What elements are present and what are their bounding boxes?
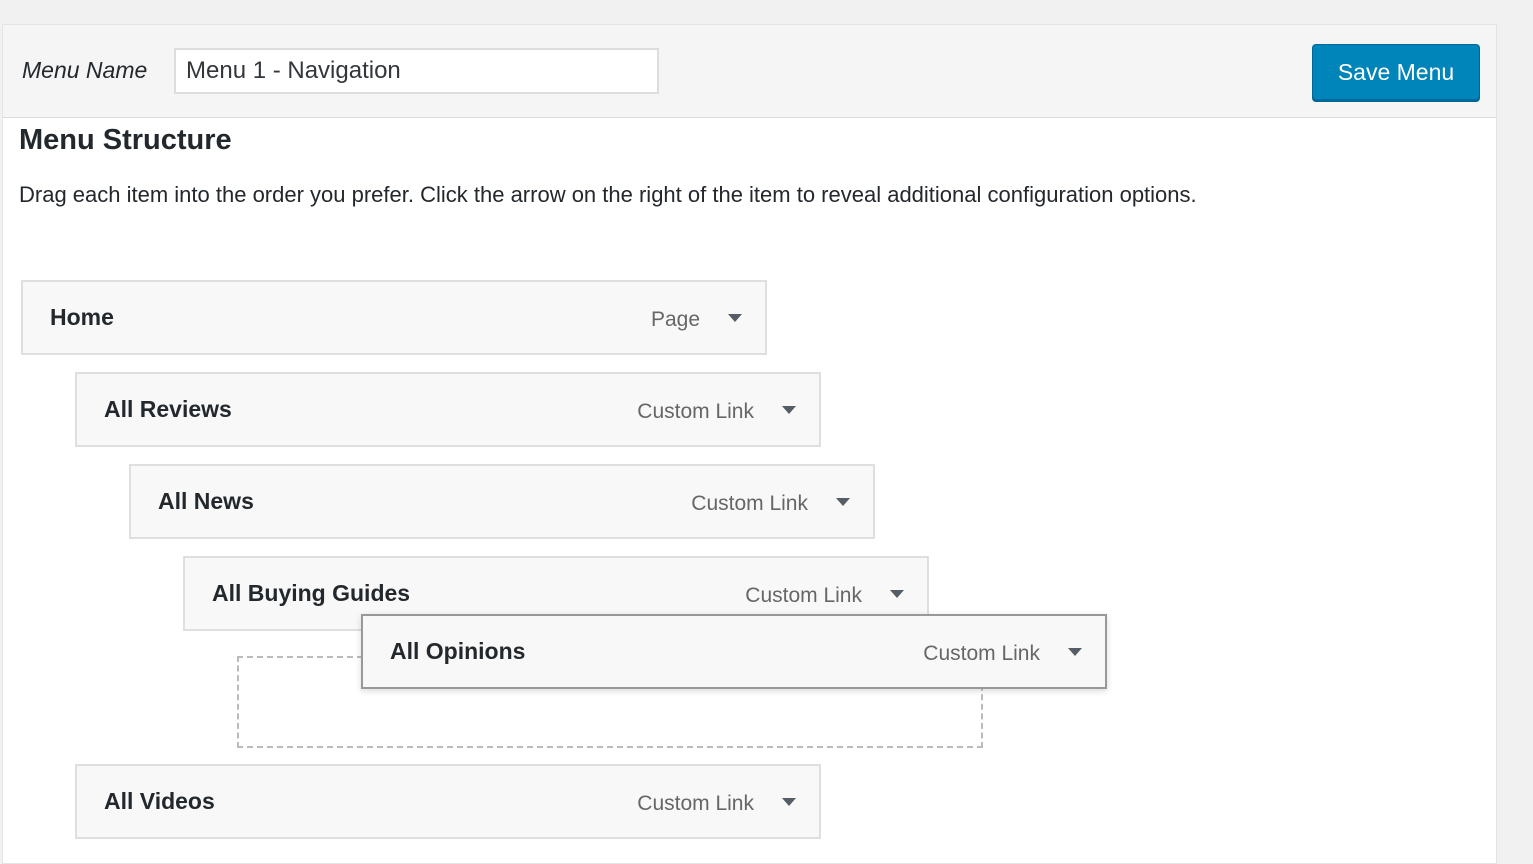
menu-item-all-opinions[interactable]: All Opinions Custom Link xyxy=(361,614,1107,689)
menu-item-title: All Opinions xyxy=(390,638,526,664)
menu-name-input[interactable] xyxy=(174,48,659,94)
save-menu-button[interactable]: Save Menu xyxy=(1312,44,1480,100)
menu-item-type: Page xyxy=(650,308,700,331)
menu-item-title: All News xyxy=(158,488,254,514)
menu-item-type: Custom Link xyxy=(691,492,808,515)
triangle-down-icon[interactable] xyxy=(831,490,855,514)
menu-item-type: Custom Link xyxy=(745,584,862,607)
menu-structure-description: Drag each item into the order you prefer… xyxy=(19,182,1197,207)
menu-item-title: All Videos xyxy=(104,788,215,814)
menu-item-title: Home xyxy=(50,304,114,330)
menu-item-type: Custom Link xyxy=(637,792,754,815)
menu-item-type: Custom Link xyxy=(923,642,1040,665)
menu-name-label: Menu Name xyxy=(22,57,148,83)
triangle-down-icon[interactable] xyxy=(777,398,801,422)
menu-item-all-videos[interactable]: All Videos Custom Link xyxy=(75,764,821,839)
menu-item-home[interactable]: Home Page xyxy=(21,280,767,355)
triangle-down-icon[interactable] xyxy=(1063,640,1087,664)
menu-item-title: All Buying Guides xyxy=(212,580,411,606)
menu-item-all-reviews[interactable]: All Reviews Custom Link xyxy=(75,372,821,447)
menu-item-type: Custom Link xyxy=(637,400,754,423)
triangle-down-icon[interactable] xyxy=(885,582,909,606)
triangle-down-icon[interactable] xyxy=(777,790,801,814)
menu-header-bar: Menu Name Save Menu xyxy=(3,25,1496,118)
menu-structure-title: Menu Structure xyxy=(19,124,232,156)
menu-item-title: All Reviews xyxy=(104,396,232,422)
triangle-down-icon[interactable] xyxy=(723,306,747,330)
menu-item-all-news[interactable]: All News Custom Link xyxy=(129,464,875,539)
